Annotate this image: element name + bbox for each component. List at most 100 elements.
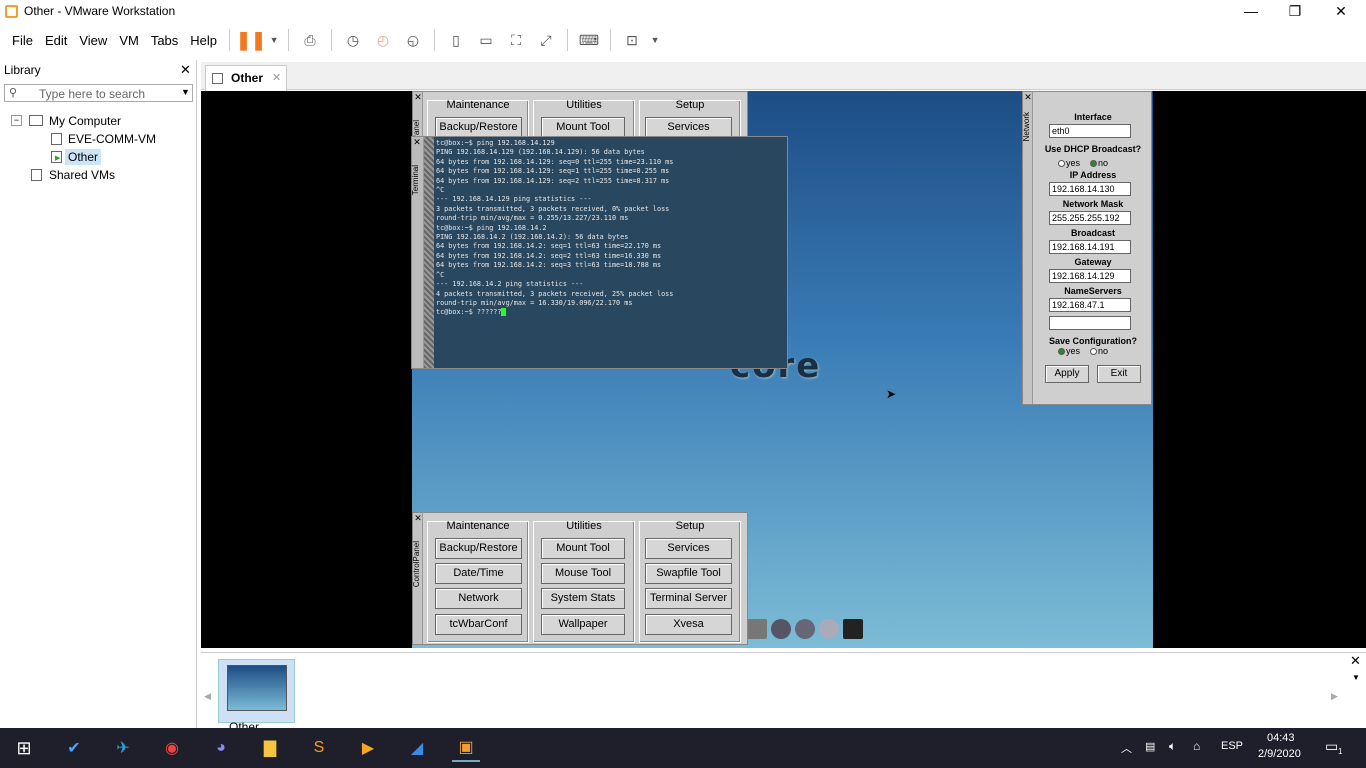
todo-app-icon[interactable]: ✔ [60, 734, 88, 762]
terminal-side-label: Terminal [411, 165, 420, 196]
chevron-down-icon[interactable]: ▼ [181, 87, 190, 97]
volume-icon[interactable]: 🔈︎ [1169, 739, 1176, 754]
pause-icon[interactable]: ❚❚ [236, 28, 266, 52]
wallpaper-button[interactable]: Wallpaper [541, 614, 625, 635]
mask-field[interactable]: 255.255.255.192 [1049, 211, 1131, 225]
tab-close-icon[interactable]: ✕ [272, 71, 281, 84]
close-icon[interactable]: ✕ [1023, 92, 1033, 102]
chrome-icon[interactable]: ◉ [158, 734, 186, 762]
thumbnail-bar-icon[interactable]: ▭ [474, 28, 498, 52]
gateway-field[interactable]: 192.168.14.129 [1049, 269, 1131, 283]
close-button[interactable]: ✕ [1318, 0, 1364, 24]
backup-restore-button[interactable]: Backup/Restore [435, 538, 522, 559]
wireshark-icon[interactable]: ◢ [403, 734, 431, 762]
dock-settings-icon[interactable] [771, 619, 791, 639]
ip-field[interactable]: 192.168.14.130 [1049, 182, 1131, 196]
terminal-server-button[interactable]: Terminal Server [645, 588, 732, 609]
exit-button[interactable]: Exit [1097, 365, 1141, 383]
chevron-down-icon[interactable]: ▼ [269, 28, 279, 52]
network-tray-icon[interactable]: ▤ [1145, 740, 1155, 753]
apply-button[interactable]: Apply [1045, 365, 1089, 383]
tree-my-computer[interactable]: My Computer [49, 114, 121, 128]
windows-start-icon[interactable]: ⊞ [10, 734, 38, 762]
snapshot-manager-icon[interactable]: ◵ [401, 28, 425, 52]
menu-tabs[interactable]: Tabs [145, 33, 184, 48]
dock-mount-icon[interactable] [819, 619, 839, 639]
dhcp-yes-radio[interactable]: yes [1058, 158, 1080, 168]
menu-bar: File Edit View VM Tabs Help ❚❚ ▼ ⎙ ◷ ◴ ◵… [0, 24, 1366, 56]
stretch-icon[interactable]: ⊡ [620, 28, 644, 52]
file-explorer-icon[interactable]: ▇ [256, 734, 284, 762]
language-indicator[interactable]: ESP [1221, 740, 1243, 752]
nameserver1-field[interactable]: 192.168.47.1 [1049, 298, 1131, 312]
tree-item-other[interactable]: Other [65, 149, 102, 165]
tab-other[interactable]: Other ✕ [205, 65, 287, 91]
system-stats-button[interactable]: System Stats [541, 588, 625, 609]
tree-shared-vms[interactable]: Shared VMs [49, 168, 115, 182]
sublime-icon[interactable]: S [305, 734, 333, 762]
wifi-icon[interactable]: ⌂ [1193, 739, 1200, 753]
show-library-icon[interactable]: ▯ [444, 28, 468, 52]
terminal-scrollbar[interactable] [424, 137, 434, 368]
terminal-window[interactable]: Terminal ✕ tc@box:~$ ping 192.168.14.129… [411, 136, 788, 369]
services-button[interactable]: Services [645, 117, 732, 138]
nameserver2-field[interactable] [1049, 316, 1131, 330]
scroll-left-icon[interactable]: ◀ [204, 691, 211, 702]
backup-restore-button[interactable]: Backup/Restore [435, 117, 522, 138]
menu-file[interactable]: File [6, 33, 39, 48]
chevron-down-icon[interactable]: ▼ [1352, 673, 1360, 682]
library-close-icon[interactable]: ✕ [180, 62, 191, 78]
save-no-radio[interactable]: no [1090, 346, 1108, 356]
dhcp-no-radio[interactable]: no [1090, 158, 1108, 168]
clock-date[interactable]: 2/9/2020 [1258, 748, 1301, 760]
library-search[interactable]: ⚲ Type here to search ▼ [4, 84, 193, 102]
thumbnail-close-icon[interactable]: ✕ [1350, 653, 1361, 669]
chevron-down-icon[interactable]: ▼ [650, 28, 660, 52]
chevron-up-icon[interactable]: ︿ [1121, 740, 1132, 756]
menu-vm[interactable]: VM [113, 33, 145, 48]
menu-edit[interactable]: Edit [39, 33, 73, 48]
full-screen-icon[interactable]: ⛶ [504, 28, 528, 52]
unity-icon[interactable]: ⤢ [534, 28, 558, 52]
swapfile-tool-button[interactable]: Swapfile Tool [645, 563, 732, 584]
menu-view[interactable]: View [73, 33, 113, 48]
dock-apps-icon[interactable] [747, 619, 767, 639]
search-input[interactable]: Type here to search [39, 87, 145, 101]
tree-item-eve[interactable]: EVE-COMM-VM [68, 132, 156, 146]
notifications-icon[interactable]: ▭ [1325, 738, 1338, 755]
telegram-icon[interactable]: ✈ [109, 734, 137, 762]
mouse-tool-button[interactable]: Mouse Tool [541, 563, 625, 584]
mount-tool-button[interactable]: Mount Tool [541, 538, 625, 559]
send-keys-icon[interactable]: ⎙ [298, 28, 322, 52]
taskbar: ⊞ ✔ ✈ ◉ ◕ ▇ S ▶ ◢ ▣ ︿ ▤ 🔈︎ ⌂ ESP 04:43 2… [0, 728, 1366, 768]
vm-thumbnail[interactable]: Other [218, 659, 295, 734]
restore-button[interactable]: ❐ [1272, 0, 1318, 24]
group-title: Setup [675, 99, 705, 111]
collapse-icon[interactable]: − [11, 115, 22, 126]
interface-field[interactable]: eth0 [1049, 124, 1131, 138]
save-yes-radio[interactable]: yes [1058, 346, 1080, 356]
close-icon[interactable]: ✕ [413, 513, 423, 523]
mount-tool-button[interactable]: Mount Tool [541, 117, 625, 138]
close-icon[interactable]: ✕ [413, 92, 423, 102]
tcwbarconf-button[interactable]: tcWbarConf [435, 614, 522, 635]
terminal-line: round-trip min/avg/max = 16.330/19.096/2… [436, 298, 633, 307]
services-button[interactable]: Services [645, 538, 732, 559]
dock-terminal-icon[interactable] [843, 619, 863, 639]
app-icon[interactable]: ◕ [207, 734, 235, 762]
clock-time[interactable]: 04:43 [1267, 732, 1295, 744]
close-icon[interactable]: ✕ [412, 137, 422, 147]
console-icon[interactable]: ⌨ [577, 28, 601, 52]
dock-control-icon[interactable] [795, 619, 815, 639]
xvesa-button[interactable]: Xvesa [645, 614, 732, 635]
terminal-app-icon[interactable]: ▶ [354, 734, 382, 762]
date-time-button[interactable]: Date/Time [435, 563, 522, 584]
network-button[interactable]: Network [435, 588, 522, 609]
revert-snapshot-icon[interactable]: ◴ [371, 28, 395, 52]
scroll-right-icon[interactable]: ▶ [1331, 691, 1338, 702]
menu-help[interactable]: Help [184, 33, 223, 48]
minimize-button[interactable]: — [1228, 0, 1274, 24]
snapshot-icon[interactable]: ◷ [341, 28, 365, 52]
vmware-taskbar-icon[interactable]: ▣ [452, 734, 480, 762]
broadcast-field[interactable]: 192.168.14.191 [1049, 240, 1131, 254]
